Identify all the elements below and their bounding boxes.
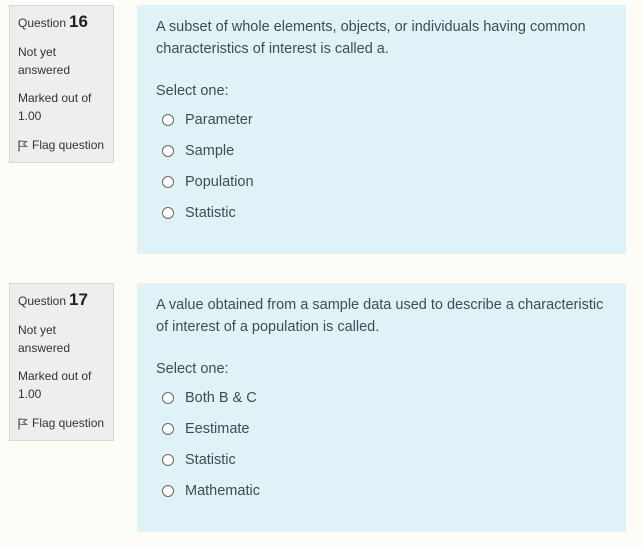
- flag-question-link[interactable]: Flag question: [18, 414, 105, 432]
- question-number-row: Question 17: [18, 291, 105, 315]
- question-text: A subset of whole elements, objects, or …: [156, 19, 586, 57]
- flag-question-label: Flag question: [32, 416, 105, 430]
- answer-label: Statistic: [185, 451, 236, 468]
- question-grade: Marked out of 1.00: [18, 91, 92, 123]
- answer-option[interactable]: Both B & C: [156, 382, 607, 413]
- question-label: Question: [18, 16, 67, 30]
- select-one-prompt: Select one:: [156, 83, 229, 99]
- answer-label: Sample: [185, 142, 235, 159]
- flag-icon: [18, 139, 28, 152]
- radio-button[interactable]: [162, 453, 174, 466]
- question-info-panel: Question 17 Not yet answered Marked out o…: [9, 283, 114, 441]
- answer-label: Statistic: [185, 204, 236, 221]
- question-content: A subset of whole elements, objects, or …: [137, 5, 626, 254]
- answer-option[interactable]: Mathematic: [156, 475, 607, 506]
- radio-button[interactable]: [162, 391, 174, 404]
- radio-button[interactable]: [162, 113, 174, 126]
- question-label: Question: [18, 294, 67, 308]
- question-text: A value obtained from a sample data used…: [156, 297, 604, 335]
- question-number: 16: [69, 12, 88, 31]
- answer-option[interactable]: Statistic: [156, 197, 607, 228]
- radio-button[interactable]: [162, 484, 174, 497]
- question-number-row: Question 16: [18, 13, 105, 37]
- answer-label: Eestimate: [185, 420, 250, 437]
- radio-button[interactable]: [162, 144, 174, 157]
- select-one-prompt: Select one:: [156, 361, 229, 377]
- answer-option[interactable]: Parameter: [156, 104, 607, 135]
- question-state: Not yet answered: [18, 323, 71, 355]
- radio-button[interactable]: [162, 206, 174, 219]
- answer-label: Population: [185, 173, 254, 190]
- question-grade: Marked out of 1.00: [18, 369, 92, 401]
- question-info-panel: Question 16 Not yet answered Marked out o…: [9, 5, 114, 163]
- answer-options: Both B & C Eestimate Statistic Mathemati…: [156, 382, 607, 506]
- answer-option[interactable]: Statistic: [156, 444, 607, 475]
- answer-option[interactable]: Sample: [156, 135, 607, 166]
- answer-label: Parameter: [185, 111, 253, 128]
- radio-button[interactable]: [162, 422, 174, 435]
- answer-label: Mathematic: [185, 482, 260, 499]
- answer-option[interactable]: Eestimate: [156, 413, 607, 444]
- answer-options: Parameter Sample Population Statistic: [156, 104, 607, 228]
- radio-button[interactable]: [162, 175, 174, 188]
- question-content: A value obtained from a sample data used…: [137, 283, 626, 532]
- answer-label: Both B & C: [185, 389, 257, 406]
- flag-icon: [18, 417, 28, 430]
- flag-question-label: Flag question: [32, 138, 105, 152]
- question-state: Not yet answered: [18, 45, 71, 77]
- answer-option[interactable]: Population: [156, 166, 607, 197]
- flag-question-link[interactable]: Flag question: [18, 136, 105, 154]
- question-number: 17: [69, 290, 88, 309]
